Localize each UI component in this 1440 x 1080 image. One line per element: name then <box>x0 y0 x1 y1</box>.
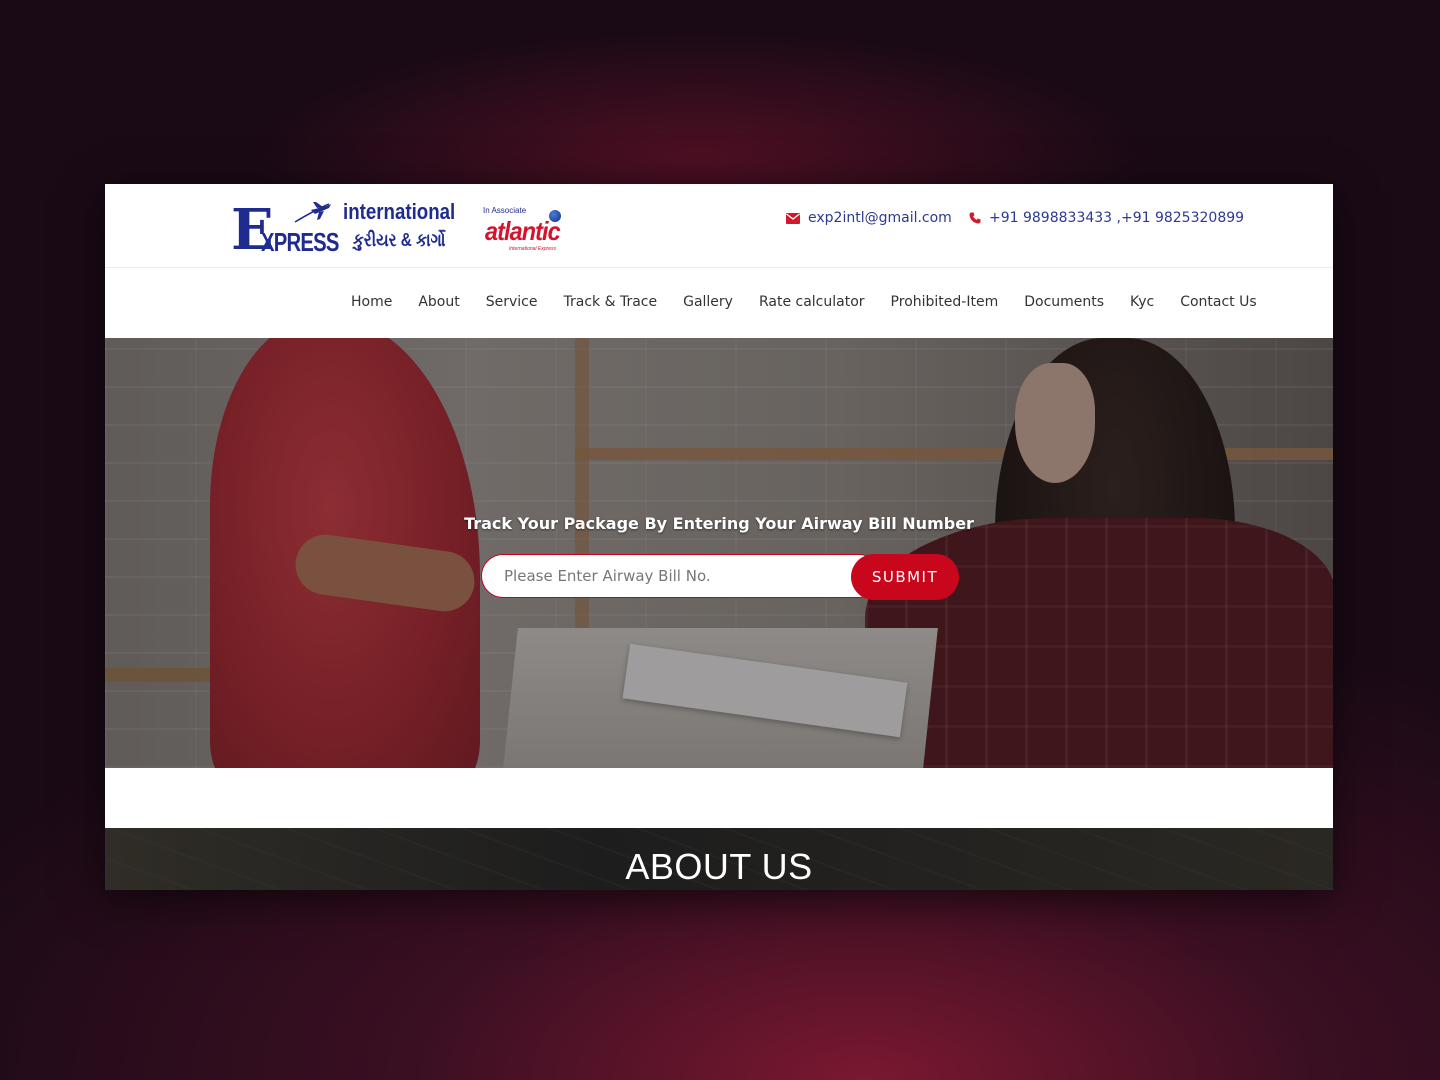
nav-item-track-trace[interactable]: Track & Trace <box>564 294 658 310</box>
nav-item-home[interactable]: Home <box>351 294 392 310</box>
associate-subtitle: International Express <box>509 246 556 252</box>
logo-word: XPRESS <box>261 227 339 257</box>
nav-item-about[interactable]: About <box>418 294 459 310</box>
logo-top-word: international <box>343 199 456 224</box>
nav-item-gallery[interactable]: Gallery <box>683 294 733 310</box>
hero-banner: Track Your Package By Entering Your Airw… <box>105 338 1333 768</box>
nav-item-contact-us[interactable]: Contact Us <box>1180 294 1256 310</box>
track-form: SUBMIT <box>481 554 959 602</box>
hero-overlay <box>105 338 1333 768</box>
main-navigation: Home About Service Track & Trace Gallery… <box>105 268 1333 338</box>
phone-icon <box>969 212 981 224</box>
email-contact[interactable]: exp2intl@gmail.com <box>786 210 952 226</box>
envelope-icon <box>786 212 800 224</box>
airplane-icon <box>294 202 331 223</box>
submit-button[interactable]: SUBMIT <box>851 554 959 600</box>
nav-item-prohibited-item[interactable]: Prohibited-Item <box>891 294 999 310</box>
associate-label: In Associate <box>483 206 527 215</box>
nav-item-kyc[interactable]: Kyc <box>1130 294 1154 310</box>
background-glow <box>250 30 1150 190</box>
nav-item-documents[interactable]: Documents <box>1024 294 1104 310</box>
express-logo[interactable]: E XPRESS international કુરીયર & કાર્ગો <box>231 192 463 262</box>
top-header: E XPRESS international કુરીયર & કાર્ગો I… <box>105 184 1333 268</box>
atlantic-logo[interactable]: In Associate atlantic International Expr… <box>483 206 573 254</box>
about-title: ABOUT US <box>625 846 813 887</box>
airway-bill-input[interactable] <box>481 554 881 598</box>
phone-contact[interactable]: +91 9898833433 ,+91 9825320899 <box>969 210 1244 226</box>
associate-brand: atlantic <box>485 216 561 246</box>
website-screenshot: E XPRESS international કુરીયર & કાર્ગો I… <box>105 184 1333 890</box>
about-section-header: ABOUT US <box>105 828 1333 890</box>
phone-numbers: +91 9898833433 ,+91 9825320899 <box>989 210 1245 226</box>
section-spacer <box>105 768 1333 828</box>
logo-gujarati-text: કુરીયર & કાર્ગો <box>353 230 446 250</box>
email-address: exp2intl@gmail.com <box>808 210 952 226</box>
track-headline: Track Your Package By Entering Your Airw… <box>464 514 974 533</box>
globe-icon <box>549 210 561 222</box>
nav-item-service[interactable]: Service <box>486 294 538 310</box>
nav-item-rate-calculator[interactable]: Rate calculator <box>759 294 865 310</box>
